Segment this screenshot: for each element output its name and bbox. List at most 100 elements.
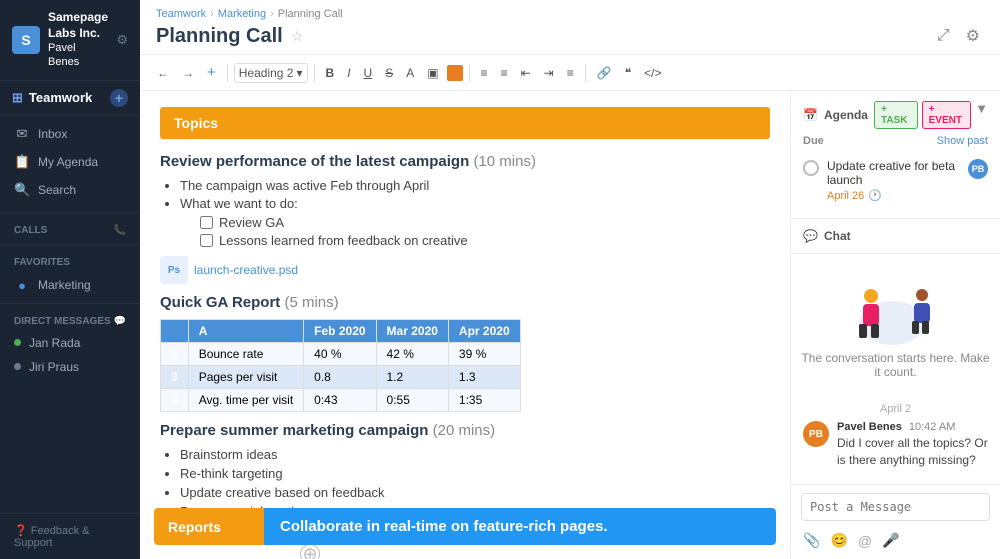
toolbar-back[interactable]: ←	[152, 63, 174, 83]
toolbar-align[interactable]: ≡	[562, 63, 579, 83]
chat-illustration	[851, 270, 941, 345]
row-val2: 42 %	[376, 343, 448, 366]
breadcrumb-marketing[interactable]: Marketing	[218, 8, 266, 20]
table-col-b: Feb 2020	[304, 320, 376, 343]
toolbar-indent-left[interactable]: ⇤	[516, 63, 536, 83]
chat-input[interactable]	[801, 493, 990, 521]
toolbar-add[interactable]: +	[202, 61, 221, 84]
section2-heading: Quick GA Report (5 mins)	[160, 294, 770, 311]
add-block-button[interactable]: ⊕	[300, 544, 320, 559]
add-event-btn[interactable]: + EVENT	[922, 101, 971, 129]
mic-icon[interactable]: 🎤	[880, 530, 901, 551]
toolbar-ol[interactable]: ≡	[496, 63, 513, 83]
row-val1: 0:43	[304, 389, 376, 412]
add-button[interactable]: +	[110, 89, 128, 107]
checkbox-lessons[interactable]: Lessons learned from feedback on creativ…	[190, 233, 770, 248]
chat-msg-meta: Pavel Benes 10:42 AM	[837, 421, 988, 433]
toolbar-ul[interactable]: ≡	[476, 63, 493, 83]
toolbar-div4	[585, 64, 586, 82]
at-icon[interactable]: @	[856, 530, 874, 551]
toolbar-bold[interactable]: B	[321, 63, 340, 83]
attachment-icon[interactable]: 📎	[801, 530, 822, 551]
gear-icon[interactable]: ⚙	[116, 32, 128, 48]
breadcrumb-teamwork[interactable]: Teamwork	[156, 8, 206, 20]
tooltip-text: Collaborate in real-time on feature-rich…	[264, 508, 776, 545]
sidebar-item-search[interactable]: 🔍 Search	[0, 176, 140, 204]
chat-message: PB Pavel Benes 10:42 AM Did I cover all …	[803, 421, 988, 469]
section1-heading: Review performance of the latest campaig…	[160, 153, 770, 170]
filter-icon[interactable]: ▼	[975, 101, 988, 129]
page-header: Teamwork › Marketing › Planning Call Pla…	[140, 0, 1000, 55]
phone-icon: 📞	[114, 225, 126, 236]
section3-duration: (20 mins)	[433, 422, 496, 439]
table-col-a: A	[188, 320, 303, 343]
agenda-icon: 📅	[803, 108, 818, 122]
page-title: Planning Call	[156, 25, 283, 48]
marketing-icon: ●	[14, 278, 30, 293]
agenda-actions: + TASK + EVENT ▼	[874, 101, 988, 129]
row-label: Bounce rate	[188, 343, 303, 366]
toolbar-underline[interactable]: U	[359, 63, 378, 83]
checkbox-input2[interactable]	[200, 234, 213, 247]
sidebar-item-inbox[interactable]: ✉ Inbox	[0, 120, 140, 148]
row-num: 3	[161, 366, 189, 389]
row-val2: 1.2	[376, 366, 448, 389]
company-info: Samepage Labs Inc. Pavel Benes	[48, 10, 108, 70]
toolbar-quote[interactable]: ❝	[620, 63, 636, 83]
breadcrumb-sep2: ›	[270, 8, 274, 20]
toolbar-forward[interactable]: →	[177, 63, 199, 83]
star-icon[interactable]: ☆	[291, 28, 304, 45]
sidebar: S Samepage Labs Inc. Pavel Benes ⚙ ⊞ Tea…	[0, 0, 140, 559]
checkbox-input[interactable]	[200, 216, 213, 229]
toolbar-link[interactable]: 🔗	[592, 63, 617, 83]
toolbar-strikethrough[interactable]: S	[380, 63, 398, 83]
heading-select[interactable]: Heading 2 ▾	[234, 63, 308, 83]
jiri-label: Jiri Praus	[29, 360, 79, 374]
toolbar-indent-right[interactable]: ⇥	[539, 63, 559, 83]
emoji-icon[interactable]: 😊	[828, 530, 849, 551]
add-task-btn[interactable]: + TASK	[874, 101, 918, 129]
feedback-link[interactable]: ❓ Feedback & Support	[0, 513, 140, 559]
marketing-label: Marketing	[38, 278, 91, 292]
header-actions: ⤢ ⚙	[933, 24, 984, 48]
sidebar-nav: ✉ Inbox 📋 My Agenda 🔍 Search	[0, 116, 140, 208]
sidebar-dm-jiri[interactable]: Jiri Praus	[0, 355, 140, 379]
editor-toolbar: ← → + Heading 2 ▾ B I U S A ▣ ≡ ≡ ⇤ ⇥ ≡ …	[140, 55, 1000, 91]
editor-area[interactable]: Topics Review performance of the latest …	[140, 91, 790, 559]
settings-icon[interactable]: ⚙	[962, 24, 984, 48]
expand-icon[interactable]: ⤢	[933, 24, 954, 48]
toolbar-font-color[interactable]: A	[401, 63, 419, 83]
table-header-row	[161, 320, 189, 343]
sidebar-item-agenda[interactable]: 📋 My Agenda	[0, 148, 140, 176]
task-item: Update creative for beta launch April 26…	[803, 153, 988, 208]
row-label: Pages per visit	[188, 366, 303, 389]
chevron-down-icon: ▾	[296, 66, 302, 80]
toolbar-image[interactable]: ▣	[422, 63, 443, 83]
row-val3: 39 %	[448, 343, 520, 366]
sidebar-item-marketing[interactable]: ● Marketing	[0, 272, 140, 299]
sidebar-teamwork[interactable]: ⊞ Teamwork +	[0, 81, 140, 116]
right-panel: 📅 Agenda + TASK + EVENT ▼ Due Show past …	[790, 91, 1000, 559]
feedback-icon: ❓	[14, 525, 28, 537]
row-num: 4	[161, 389, 189, 412]
due-row: Due Show past	[803, 129, 988, 153]
checkbox-review-ga[interactable]: Review GA	[190, 215, 770, 230]
chat-date-label: April 2	[803, 403, 988, 415]
task-checkbox[interactable]	[803, 160, 819, 176]
person2-icon	[909, 286, 935, 341]
section3-heading: Prepare summer marketing campaign (20 mi…	[160, 422, 770, 439]
file-attachment[interactable]: Ps launch-creative.psd	[160, 256, 770, 284]
toolbar-code[interactable]: </>	[639, 63, 666, 83]
content-area: Topics Review performance of the latest …	[140, 91, 1000, 559]
topics-banner: Topics	[160, 107, 770, 139]
sidebar-divider2	[0, 244, 140, 245]
toolbar-italic[interactable]: I	[342, 63, 355, 83]
task-info: Update creative for beta launch April 26…	[827, 159, 960, 202]
show-past-link[interactable]: Show past	[937, 135, 988, 147]
section2-duration: (5 mins)	[284, 294, 338, 311]
online-indicator	[14, 339, 21, 346]
bullet-item: What we want to do:	[180, 196, 770, 211]
ga-table: A Feb 2020 Mar 2020 Apr 2020 2 Bounce ra…	[160, 319, 521, 412]
sidebar-dm-jan[interactable]: Jan Rada	[0, 331, 140, 355]
table-col-d: Apr 2020	[448, 320, 520, 343]
